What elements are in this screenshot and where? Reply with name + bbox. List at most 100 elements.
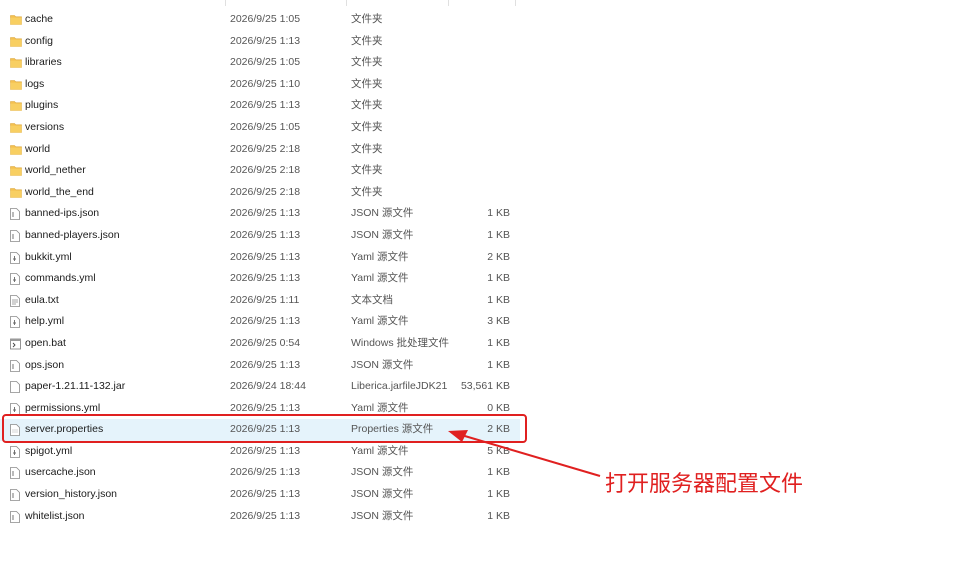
file-row[interactable]: versions 2026/9/25 1:05 文件夹 (0, 117, 520, 139)
json-file-icon (10, 489, 21, 501)
file-row[interactable]: whitelist.json 2026/9/25 1:13 JSON 源文件 1 KB (0, 506, 520, 528)
file-row[interactable]: banned-ips.json 2026/9/25 1:13 JSON 源文件 1 K… (0, 203, 520, 225)
file-date: 2026/9/25 1:13 (230, 315, 301, 328)
file-name: commands.yml (25, 272, 96, 285)
file-name: bukkit.yml (25, 250, 72, 263)
folder-icon (10, 165, 22, 177)
file-date: 2026/9/25 1:13 (230, 207, 301, 220)
file-row[interactable]: bukkit.yml 2026/9/25 1:13 Yaml 源文件 2 KB (0, 247, 520, 269)
folder-icon (10, 79, 22, 91)
annotation-arrow-icon (448, 430, 601, 477)
file-type: 文本文档 (351, 293, 393, 306)
file-size: 1 KB (487, 358, 510, 371)
file-row[interactable]: commands.yml 2026/9/25 1:13 Yaml 源文件 1 KB (0, 268, 520, 290)
file-row[interactable]: help.yml 2026/9/25 1:13 Yaml 源文件 3 KB (0, 311, 520, 333)
file-name: version_history.json (25, 488, 118, 501)
annotation-label: 打开服务器配置文件 (605, 472, 804, 497)
file-size: 1 KB (487, 293, 510, 306)
yaml-file-icon (10, 316, 21, 329)
file-date: 2026/9/25 1:13 (230, 358, 301, 371)
column-divider[interactable] (448, 0, 449, 6)
file-row[interactable]: paper-1.21.11-132.jar 2026/9/24 18:44 Libe… (0, 376, 520, 398)
file-size: 1 KB (487, 228, 510, 241)
file-date: 2026/9/25 1:05 (230, 13, 301, 25)
file-explorer-view: cache 2026/9/25 1:05 文件夹 config 2026/9/25 1:… (0, 0, 960, 580)
file-date: 2026/9/24 18:44 (230, 380, 306, 393)
file-name: banned-players.json (25, 228, 120, 241)
file-type: 文件夹 (351, 185, 383, 198)
file-row[interactable]: open.bat 2026/9/25 0:54 Windows 批处理文件 1 KB (0, 333, 520, 355)
json-file-icon (10, 359, 21, 372)
file-name: ops.json (25, 358, 65, 371)
file-type: Yaml 源文件 (351, 272, 409, 285)
file-name: spigot.yml (25, 444, 73, 457)
file-row[interactable]: logs 2026/9/25 1:10 文件夹 (0, 74, 520, 96)
text-file-icon (10, 294, 21, 307)
file-date: 2026/9/25 1:13 (230, 488, 301, 501)
column-divider[interactable] (225, 0, 226, 6)
file-type: Liberica.jarfileJDK21 (351, 380, 448, 393)
file-date: 2026/9/25 1:05 (230, 120, 301, 133)
file-row[interactable]: plugins 2026/9/25 1:13 文件夹 (0, 95, 520, 117)
file-name: banned-ips.json (25, 207, 100, 220)
file-date: 2026/9/25 1:10 (230, 77, 301, 90)
file-name: usercache.json (25, 466, 96, 479)
file-date: 2026/9/25 1:13 (230, 509, 301, 522)
file-row[interactable]: world 2026/9/25 2:18 文件夹 (0, 139, 520, 161)
file-name: eula.txt (25, 293, 59, 306)
file-date: 2026/9/25 2:18 (230, 164, 301, 177)
file-type: Yaml 源文件 (351, 315, 409, 328)
batch-file-icon (10, 338, 21, 350)
json-file-icon (10, 208, 21, 221)
file-type: JSON 源文件 (351, 358, 414, 371)
file-row[interactable]: world_the_end 2026/9/25 2:18 文件夹 (0, 182, 520, 204)
file-row[interactable]: version_history.json 2026/9/25 1:13 JSON 源… (0, 484, 520, 506)
folder-icon (10, 100, 22, 112)
file-row[interactable]: world_nether 2026/9/25 2:18 文件夹 (0, 160, 520, 182)
file-date: 2026/9/25 1:13 (230, 99, 301, 112)
file-size: 1 KB (487, 272, 510, 285)
file-date: 2026/9/25 2:18 (230, 185, 301, 198)
file-name: world_nether (25, 164, 86, 177)
folder-icon (10, 14, 22, 26)
file-size: 2 KB (487, 250, 510, 263)
file-row[interactable]: ops.json 2026/9/25 1:13 JSON 源文件 1 KB (0, 355, 520, 377)
file-row[interactable]: config 2026/9/25 1:13 文件夹 (0, 31, 520, 53)
file-name: config (25, 34, 54, 47)
file-size: 1 KB (487, 207, 510, 220)
file-row[interactable]: banned-players.json 2026/9/25 1:13 JSON 源文… (0, 225, 520, 247)
file-date: 2026/9/25 1:13 (230, 444, 301, 457)
yaml-file-icon (10, 251, 21, 264)
file-row[interactable]: eula.txt 2026/9/25 1:11 文本文档 1 KB (0, 290, 520, 312)
folder-icon (10, 187, 22, 199)
folder-icon (10, 36, 22, 48)
file-name: versions (25, 120, 65, 133)
file-type: JSON 源文件 (351, 207, 414, 220)
file-name: world_the_end (25, 185, 94, 198)
file-name: plugins (25, 99, 59, 112)
file-name: logs (25, 77, 45, 90)
file-type: Yaml 源文件 (351, 250, 409, 263)
file-name: cache (25, 13, 54, 25)
jar-file-icon (10, 381, 21, 393)
file-type: 文件夹 (351, 77, 383, 90)
column-divider[interactable] (515, 0, 516, 6)
folder-icon (10, 122, 22, 134)
file-type: 文件夹 (351, 99, 383, 112)
yaml-file-icon (10, 273, 21, 286)
file-row[interactable]: cache 2026/9/25 1:05 文件夹 (0, 9, 520, 31)
file-type: 文件夹 (351, 164, 383, 177)
file-date: 2026/9/25 1:13 (230, 272, 301, 285)
file-type: Windows 批处理文件 (351, 336, 450, 349)
file-name: world (25, 142, 51, 155)
file-name: open.bat (25, 336, 66, 349)
file-row[interactable]: libraries 2026/9/25 1:05 文件夹 (0, 52, 520, 74)
file-size: 1 KB (487, 336, 510, 349)
column-divider[interactable] (346, 0, 347, 6)
file-size: 53,561 KB (460, 380, 510, 393)
file-type: 文件夹 (351, 120, 383, 133)
file-type: JSON 源文件 (351, 488, 414, 501)
file-date: 2026/9/25 1:13 (230, 466, 301, 479)
file-date: 2026/9/25 1:13 (230, 250, 301, 263)
folder-icon (10, 144, 22, 156)
